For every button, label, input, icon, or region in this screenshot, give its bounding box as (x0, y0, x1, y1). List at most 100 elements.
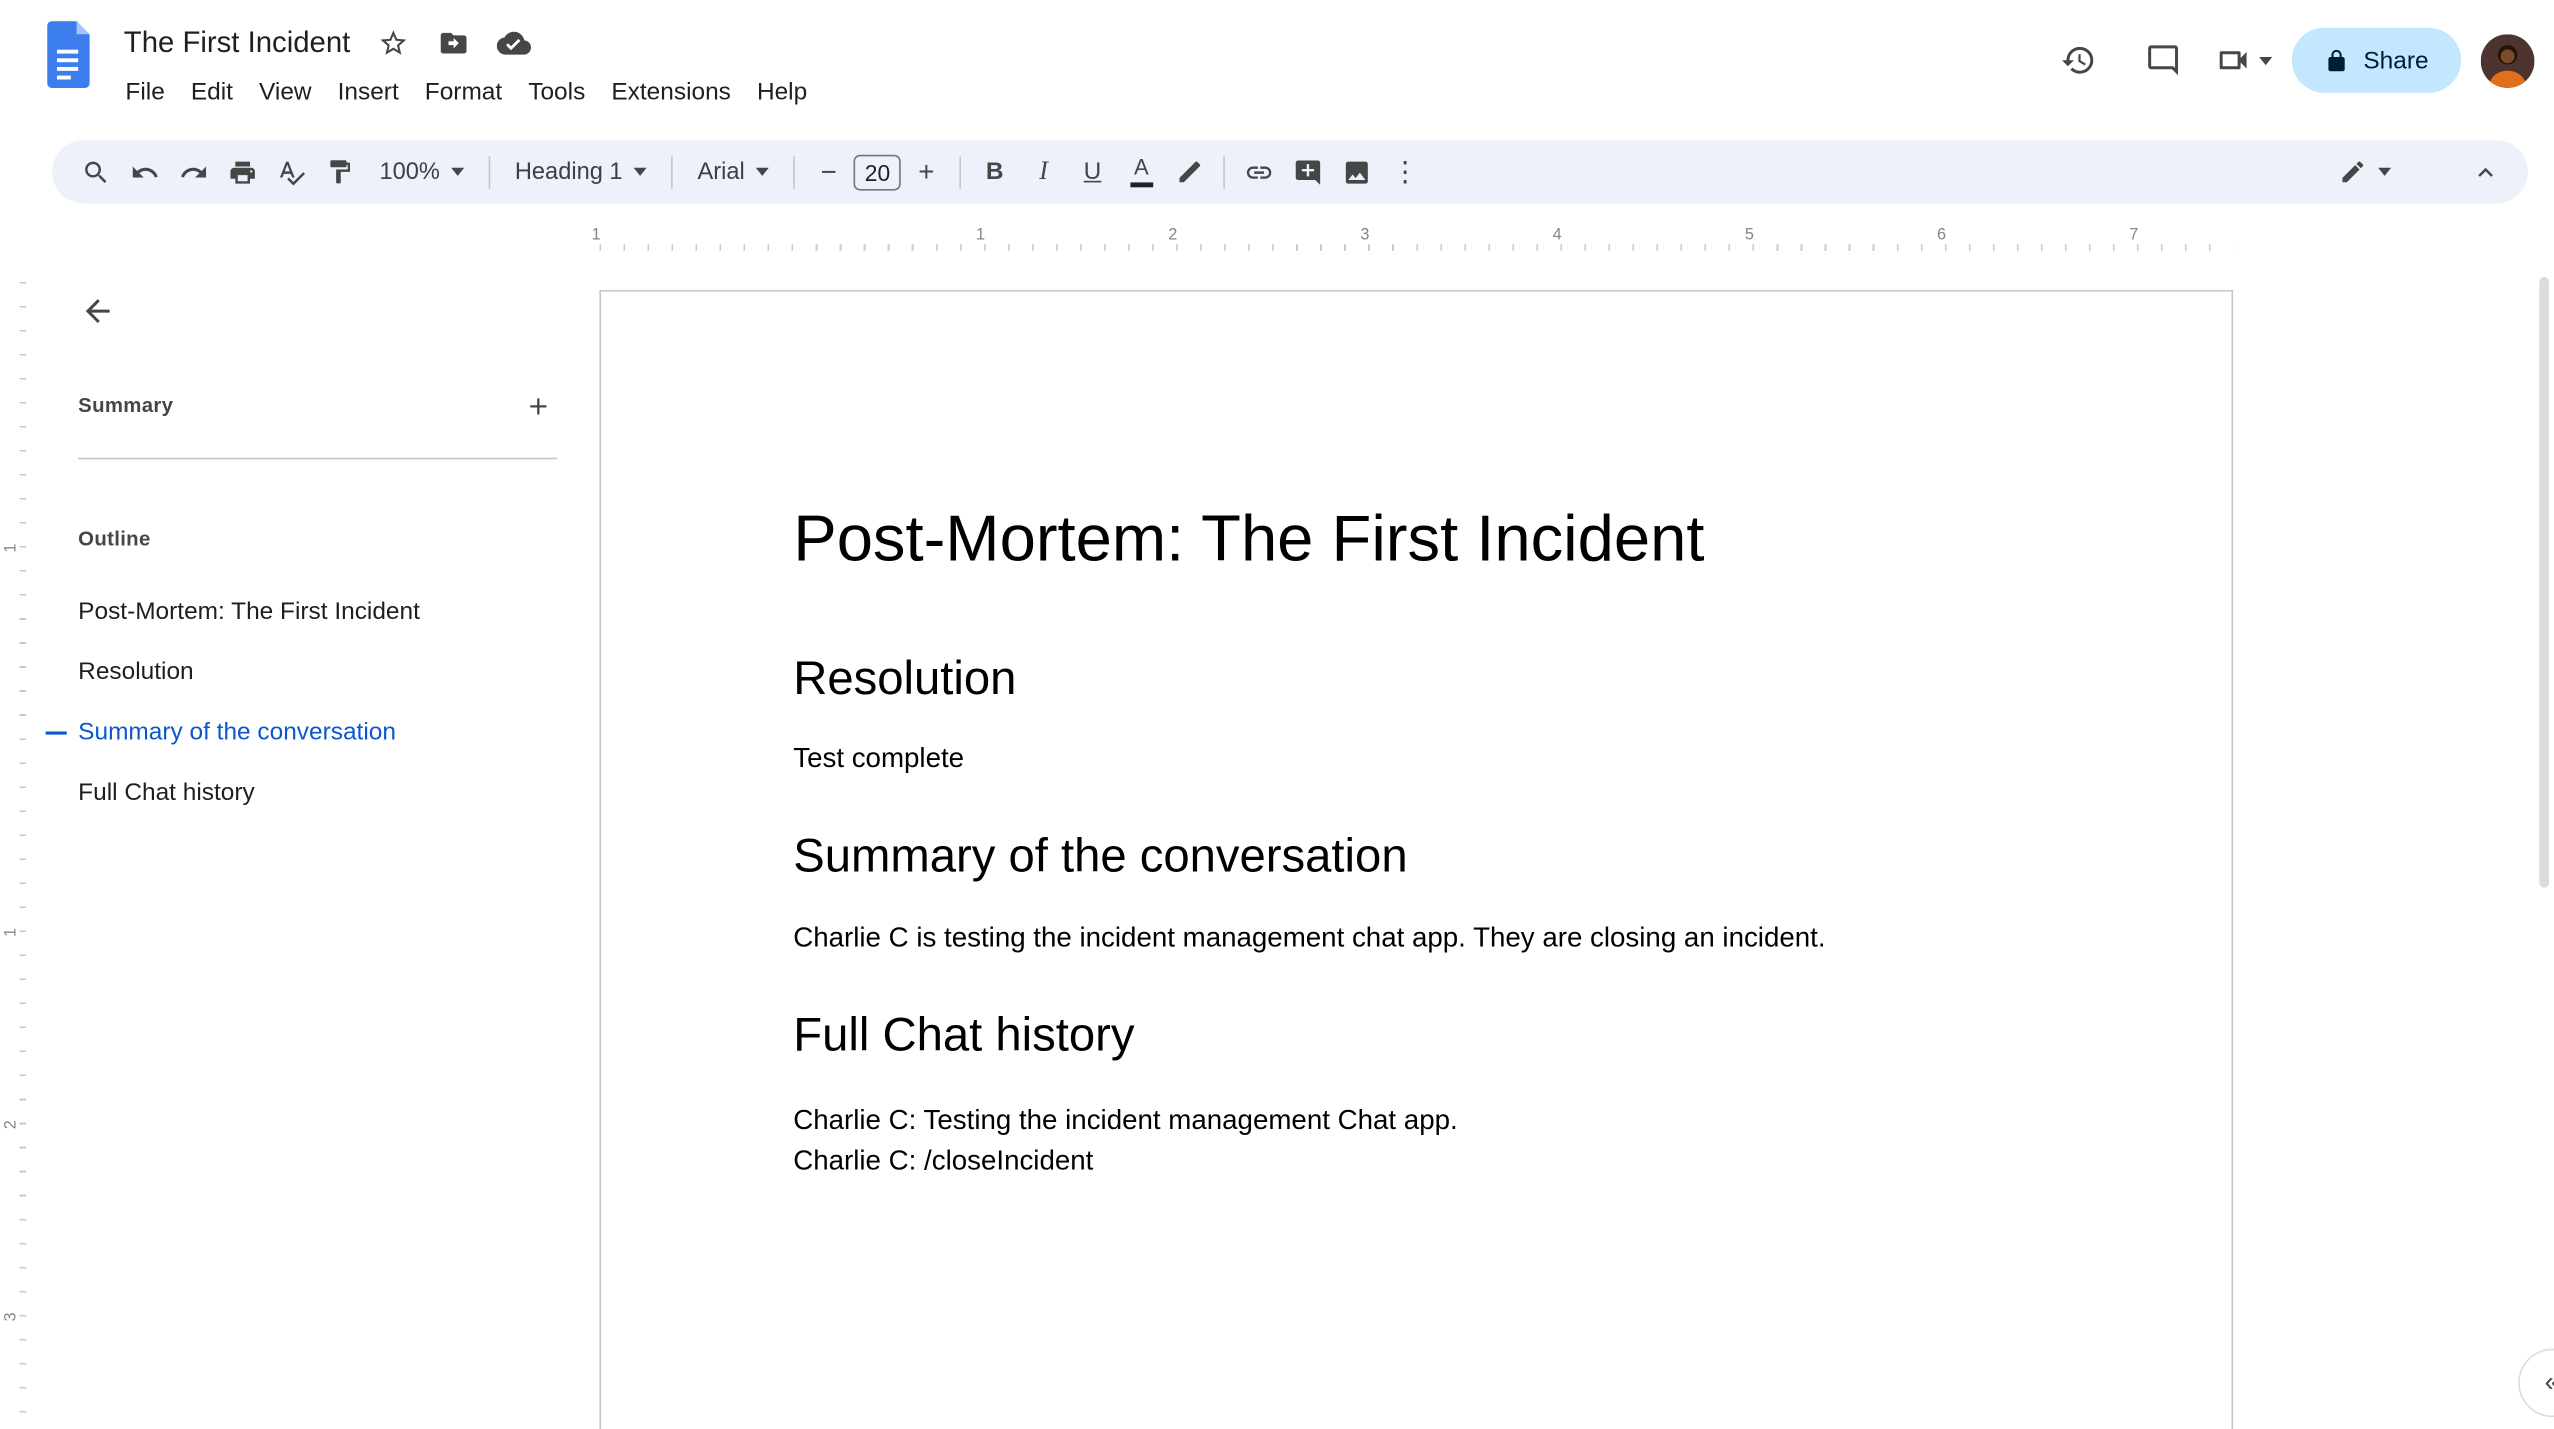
toolbar-divider (1223, 155, 1226, 189)
vertical-scrollbar[interactable] (2539, 276, 2550, 888)
font-value: Arial (697, 158, 745, 185)
share-label: Share (2363, 46, 2429, 75)
italic-button[interactable]: I (1020, 148, 1067, 195)
ruler-label: 2 (2, 1120, 21, 1130)
show-side-panel-button[interactable]: « (2518, 1348, 2554, 1418)
outline-label: Outline (78, 527, 151, 551)
avatar[interactable] (2480, 33, 2535, 88)
doc-paragraph[interactable]: Charlie C: Testing the incident manageme… (793, 1099, 1457, 1180)
horizontal-ruler[interactable]: 1 1 2 3 4 5 6 7 (0, 223, 2554, 471)
increase-font-size-button[interactable]: + (903, 148, 950, 195)
undo-icon[interactable] (121, 148, 168, 195)
menu-file[interactable]: File (112, 72, 177, 113)
doc-heading-title[interactable]: Post-Mortem: The First Incident (793, 503, 1704, 576)
menu-extensions[interactable]: Extensions (598, 72, 744, 113)
menu-view[interactable]: View (246, 72, 325, 113)
toolbar-divider (793, 155, 796, 189)
hide-menus-icon[interactable] (2461, 148, 2508, 195)
chevron-down-icon (633, 167, 647, 176)
lock-icon (2328, 49, 2345, 71)
highlight-color-icon[interactable] (1167, 148, 1214, 195)
move-folder-icon[interactable] (435, 24, 471, 60)
doc-title-row: The First Incident (124, 21, 531, 63)
text-color-swatch (1129, 182, 1153, 187)
document-outline: Post-Mortem: The First Incident Resoluti… (0, 581, 580, 822)
sidebar-divider (78, 457, 558, 460)
ruler-label: 4 (1552, 226, 1562, 245)
doc-heading-summary[interactable]: Summary of the conversation (793, 831, 1407, 885)
doc-paragraph[interactable]: Charlie C is testing the incident manage… (793, 922, 1825, 955)
ruler-label: 3 (2, 1312, 21, 1322)
ruler-ticks (599, 244, 2234, 251)
spellcheck-icon[interactable] (267, 148, 314, 195)
chat-line: Charlie C: Testing the incident manageme… (793, 1104, 1458, 1136)
ruler-label: 1 (2, 543, 21, 553)
ruler-label: 3 (1360, 226, 1370, 245)
chat-line: Charlie C: /closeIncident (793, 1145, 1094, 1177)
add-summary-icon[interactable] (518, 386, 557, 425)
menu-tools[interactable]: Tools (515, 72, 598, 113)
paragraph-style-select[interactable]: Heading 1 (500, 148, 661, 195)
join-call-button[interactable] (2215, 42, 2273, 78)
share-button[interactable]: Share (2291, 27, 2462, 93)
zoom-select[interactable]: 100% (365, 148, 479, 195)
toolbar-divider (959, 155, 962, 189)
decrease-font-size-button[interactable]: − (805, 148, 852, 195)
star-icon[interactable] (375, 24, 411, 60)
doc-paragraph[interactable]: Test complete (793, 743, 964, 776)
ruler-label: 6 (1937, 226, 1947, 245)
top-right-actions: Share (2046, 27, 2535, 93)
underline-button[interactable]: U (1069, 148, 1116, 195)
menu-edit[interactable]: Edit (178, 72, 246, 113)
insert-image-icon[interactable] (1333, 148, 1380, 195)
menu-bar: File Edit View Insert Format Tools Exten… (112, 72, 820, 113)
version-history-icon[interactable] (2046, 28, 2111, 93)
menu-format[interactable]: Format (412, 72, 515, 113)
ruler-label: 1 (976, 226, 986, 245)
toolbar-divider (671, 155, 674, 189)
chevron-down-icon (2378, 167, 2392, 176)
document-page[interactable]: Post-Mortem: The First Incident Resoluti… (599, 289, 2234, 1429)
vertical-ruler[interactable]: 1 1 2 3 4 (0, 265, 28, 1429)
add-comment-icon[interactable] (1284, 148, 1331, 195)
ruler-label: 7 (2129, 226, 2139, 245)
ruler-label: 5 (1744, 226, 1754, 245)
menu-help[interactable]: Help (744, 72, 820, 113)
ruler-ticks (19, 281, 27, 1429)
redo-icon[interactable] (169, 148, 216, 195)
more-options-button[interactable]: ⋮ (1382, 148, 1429, 195)
doc-heading-resolution[interactable]: Resolution (793, 653, 1016, 707)
print-icon[interactable] (218, 148, 265, 195)
google-docs-app: The First Incident File Edit View Insert… (0, 0, 2554, 1429)
doc-title[interactable]: The First Incident (124, 25, 351, 59)
comments-icon[interactable] (2130, 28, 2195, 93)
outline-item[interactable]: Resolution (0, 642, 580, 702)
search-menus-icon[interactable] (72, 148, 119, 195)
format-toolbar: 100% Heading 1 Arial − 20 + B I U A ⋮ (52, 140, 2528, 204)
insert-link-icon[interactable] (1235, 148, 1282, 195)
font-size-input[interactable]: 20 (853, 153, 902, 190)
cloud-status-icon[interactable] (495, 24, 531, 60)
arrow-back-icon (85, 299, 110, 324)
toolbar-divider (488, 155, 491, 189)
active-indicator (45, 731, 67, 735)
menu-insert[interactable]: Insert (325, 72, 412, 113)
ruler-label: 1 (591, 226, 601, 245)
outline-item[interactable]: Full Chat history (0, 762, 580, 822)
paint-format-icon[interactable] (316, 148, 363, 195)
ruler-label: 1 (2, 927, 21, 938)
style-value: Heading 1 (514, 158, 623, 185)
outline-item-active[interactable]: Summary of the conversation (0, 702, 580, 762)
chevron-down-icon (756, 167, 770, 176)
zoom-value: 100% (379, 158, 440, 185)
outline-item[interactable]: Post-Mortem: The First Incident (0, 581, 580, 641)
doc-heading-chat-history[interactable]: Full Chat history (793, 1010, 1134, 1064)
summary-section: Summary (78, 386, 557, 425)
editing-mode-select[interactable] (2324, 148, 2405, 195)
docs-logo-icon[interactable] (44, 21, 93, 88)
bold-button[interactable]: B (971, 148, 1018, 195)
back-button[interactable] (73, 287, 122, 336)
ruler-label: 2 (1168, 226, 1178, 245)
text-color-button[interactable]: A (1118, 148, 1165, 195)
font-select[interactable]: Arial (683, 148, 784, 195)
